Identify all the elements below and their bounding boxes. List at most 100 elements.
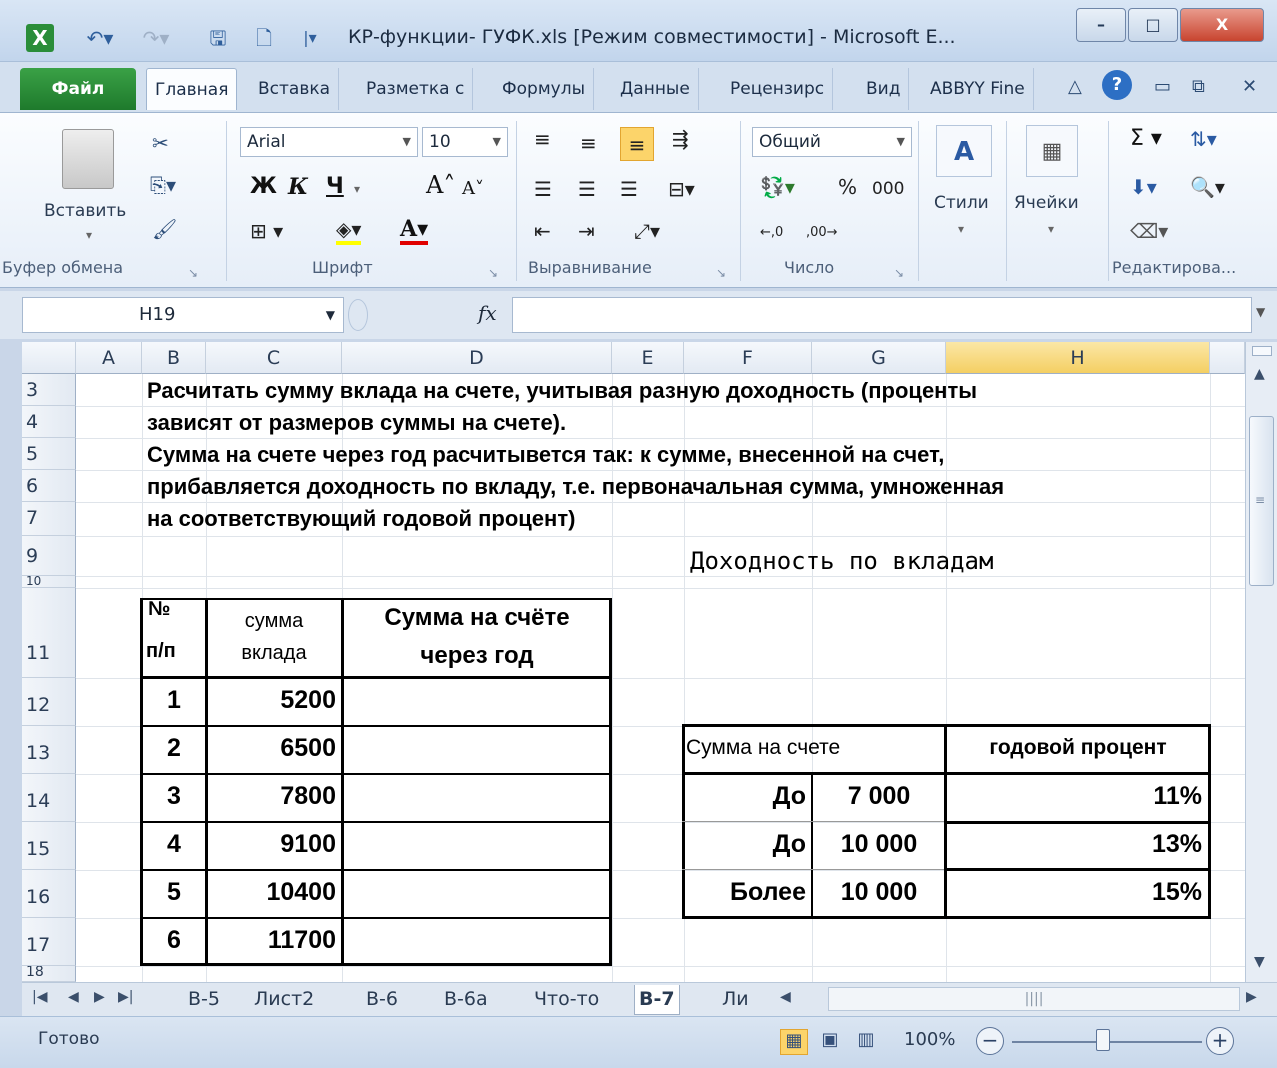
prev-sheet-icon[interactable]: ◀ — [68, 989, 79, 1005]
tab-home[interactable]: Главная — [146, 68, 238, 110]
scroll-up-icon[interactable]: ▲ — [1254, 366, 1265, 382]
orientation-icon[interactable]: ⤢▾ — [634, 219, 660, 243]
deposit-row-number[interactable]: 6 — [142, 926, 206, 955]
font-launcher-icon[interactable]: ↘ — [488, 261, 498, 285]
paste-dropdown-icon[interactable]: ▾ — [86, 223, 92, 247]
deposit-row-amount[interactable]: 5200 — [206, 686, 336, 715]
align-right-icon[interactable]: ☰ — [620, 177, 638, 201]
tab-insert[interactable]: Вставка — [250, 68, 340, 110]
borders-icon[interactable]: ⊞ ▾ — [250, 219, 283, 243]
wrap-text-icon[interactable]: ⇶ — [672, 127, 689, 151]
column-header-h[interactable]: H — [946, 342, 1210, 374]
zoom-out-button[interactable]: − — [976, 1027, 1004, 1055]
row-header-6[interactable]: 6 — [22, 470, 76, 502]
horizontal-scrollbar[interactable]: |||| — [828, 987, 1240, 1011]
page-layout-view-icon[interactable]: ▣ — [816, 1029, 844, 1055]
page-break-view-icon[interactable]: ▥ — [852, 1029, 880, 1055]
increase-indent-icon[interactable]: ⇥ — [578, 219, 595, 243]
alignment-launcher-icon[interactable]: ↘ — [716, 261, 726, 285]
new-document-icon[interactable]: 🗋 — [250, 24, 278, 52]
align-middle-icon[interactable]: ≡ — [580, 131, 597, 155]
tab-abbyy[interactable]: ABBYY Fine — [922, 68, 1034, 110]
rate-percent[interactable]: 13% — [946, 830, 1202, 859]
deposit-row-number[interactable]: 2 — [142, 734, 206, 763]
deposit-row-amount[interactable]: 11700 — [206, 926, 336, 955]
close-workbook-icon[interactable]: ✕ — [1242, 76, 1257, 97]
row-header-14[interactable]: 14 — [22, 774, 76, 822]
name-box-dropdown-icon[interactable]: ▼ — [326, 298, 335, 332]
scroll-down-icon[interactable]: ▼ — [1254, 954, 1265, 970]
sort-filter-icon[interactable]: ⇅▾ — [1190, 127, 1217, 151]
format-painter-icon[interactable]: 🖌 — [152, 217, 177, 241]
deposit-row-amount[interactable]: 10400 — [206, 878, 336, 907]
fill-color-icon[interactable]: ◈▾ — [336, 217, 362, 245]
font-color-icon[interactable]: A▾ — [400, 217, 429, 245]
undo-icon[interactable]: ↶▾ — [80, 24, 120, 52]
italic-button[interactable]: К — [288, 175, 308, 199]
normal-view-icon[interactable]: ▦ — [780, 1029, 808, 1055]
row-header-10[interactable]: 10 — [22, 576, 76, 588]
sheet-tab-chto-to[interactable]: Что-то — [530, 985, 603, 1015]
decrease-indent-icon[interactable]: ⇤ — [534, 219, 551, 243]
tab-review[interactable]: Рецензирс — [722, 68, 834, 110]
column-header-f[interactable]: F — [684, 342, 812, 374]
worksheet-grid[interactable]: A B C D E F G H 3 4 5 6 7 9 10 11 12 13 … — [22, 342, 1245, 982]
formula-bar-grip-icon[interactable] — [348, 299, 368, 331]
close-button[interactable]: X — [1180, 8, 1264, 42]
row-header-17[interactable]: 17 — [22, 918, 76, 966]
next-sheet-icon[interactable]: ▶ — [94, 989, 105, 1005]
collapse-ribbon-icon[interactable]: △ — [1068, 76, 1082, 97]
row-header-15[interactable]: 15 — [22, 822, 76, 870]
styles-icon[interactable]: A — [936, 125, 992, 177]
tab-data[interactable]: Данные — [612, 68, 699, 110]
deposit-row-number[interactable]: 1 — [142, 686, 206, 715]
first-sheet-icon[interactable]: |◀ — [32, 989, 47, 1005]
styles-button[interactable]: Стили — [934, 193, 989, 213]
font-size-select[interactable]: 10 ▼ — [422, 127, 508, 157]
scroll-right-icon[interactable]: ▶ — [1246, 989, 1257, 1005]
rate-limit[interactable]: 10 000 — [812, 830, 946, 859]
sheet-tab-li[interactable]: Ли — [718, 985, 753, 1015]
row-header-12[interactable]: 12 — [22, 678, 76, 726]
row-header-11[interactable]: 11 — [22, 588, 76, 678]
decrease-decimal-icon[interactable]: ,00→ — [806, 221, 838, 245]
row-header-3[interactable]: 3 — [22, 374, 76, 406]
font-name-select[interactable]: Arial ▼ — [240, 127, 418, 157]
sheet-tab-v7[interactable]: В-7 — [634, 985, 680, 1015]
restore-workbook-icon[interactable]: ⧉ — [1192, 76, 1205, 97]
align-top-icon[interactable]: ≡ — [534, 127, 551, 151]
fill-icon[interactable]: ⬇▾ — [1130, 175, 1157, 199]
merge-center-icon[interactable]: ⊟▾ — [668, 177, 695, 201]
tab-view[interactable]: Вид — [858, 68, 910, 110]
tab-split-icon[interactable]: ◀ — [780, 989, 791, 1005]
row-header-7[interactable]: 7 — [22, 502, 76, 536]
align-center-icon[interactable]: ☰ — [578, 177, 596, 201]
decrease-font-icon[interactable]: A˅ — [462, 177, 484, 201]
vertical-scrollbar[interactable]: ▲ ≡ ▼ — [1245, 342, 1277, 982]
save-icon[interactable]: 🖫 — [204, 24, 232, 52]
insert-function-button[interactable]: fx — [478, 301, 497, 325]
zoom-in-button[interactable]: + — [1206, 1027, 1234, 1055]
underline-button[interactable]: Ч — [326, 175, 344, 199]
column-header-d[interactable]: D — [342, 342, 612, 374]
rate-percent[interactable]: 15% — [946, 878, 1202, 907]
rate-percent[interactable]: 11% — [946, 782, 1202, 811]
row-header-5[interactable]: 5 — [22, 438, 76, 470]
row-header-16[interactable]: 16 — [22, 870, 76, 918]
vertical-scroll-thumb[interactable]: ≡ — [1249, 416, 1274, 586]
cells-dropdown-icon[interactable]: ▾ — [1048, 217, 1054, 241]
row-header-18[interactable]: 18 — [22, 966, 76, 982]
sheet-tab-v6a[interactable]: В-6а — [440, 985, 492, 1015]
cells-button[interactable]: Ячейки — [1014, 193, 1079, 213]
formula-input[interactable] — [512, 297, 1252, 333]
rate-limit[interactable]: 10 000 — [812, 878, 946, 907]
rate-condition[interactable]: Более — [684, 878, 806, 907]
help-icon[interactable]: ? — [1102, 70, 1132, 100]
name-box[interactable]: H19 ▼ — [22, 297, 344, 333]
thousands-button[interactable]: 000 — [872, 177, 904, 201]
deposit-row-number[interactable]: 5 — [142, 878, 206, 907]
select-all-corner[interactable] — [22, 342, 76, 374]
column-header-g[interactable]: G — [812, 342, 946, 374]
last-sheet-icon[interactable]: ▶| — [118, 989, 133, 1005]
deposit-row-amount[interactable]: 7800 — [206, 782, 336, 811]
